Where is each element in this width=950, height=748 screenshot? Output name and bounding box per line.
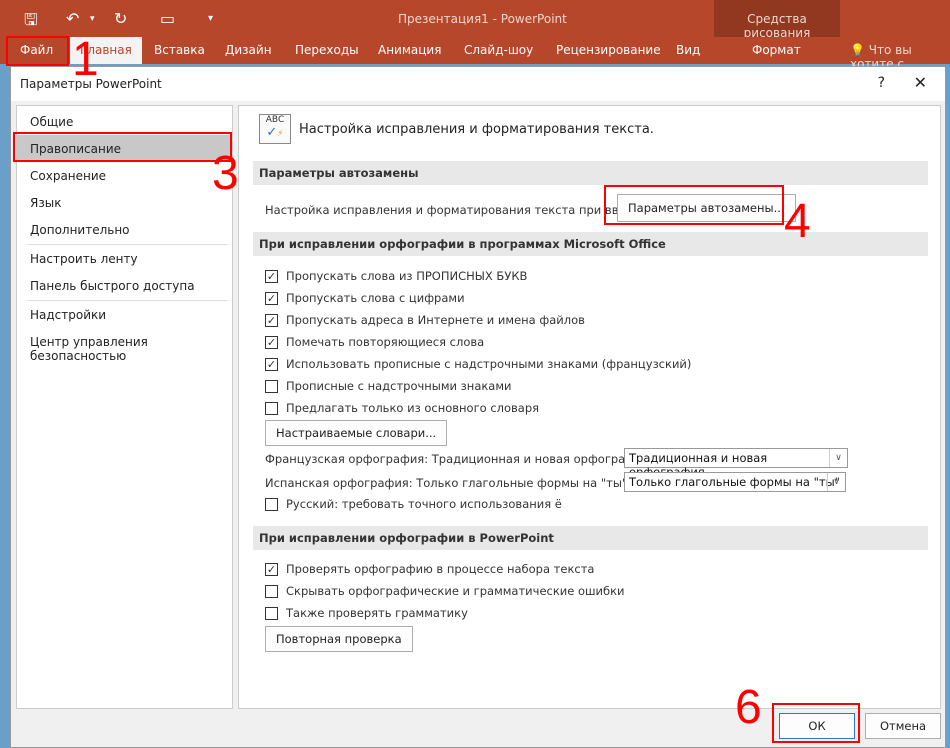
- checkbox-label: Использовать прописные с надстрочными зн…: [286, 357, 692, 371]
- redo-icon[interactable]: ↻: [114, 9, 127, 28]
- undo-icon[interactable]: ↶: [66, 9, 79, 28]
- checkbox[interactable]: [265, 497, 278, 511]
- checkbox-label: Пропускать адреса в Интернете и имена фа…: [286, 313, 585, 327]
- chevron-down-icon: ∨: [829, 449, 847, 467]
- tab-design[interactable]: Дизайн: [225, 43, 272, 57]
- sidebar-item-save[interactable]: Сохранение: [17, 162, 232, 189]
- checkbox-label: Пропускать слова из ПРОПИСНЫХ БУКВ: [286, 269, 528, 283]
- annotation-box-file: [6, 36, 69, 66]
- checkbox-label: Предлагать только из основного словаря: [286, 401, 540, 415]
- chevron-down-icon: ∨: [827, 473, 845, 491]
- context-group-label: Средства рисования: [743, 12, 811, 40]
- annotation-number: 6: [735, 681, 762, 734]
- checkbox-option[interactable]: ✓ Проверять орфографию в процессе набора …: [265, 562, 594, 576]
- checkbox-option[interactable]: Прописные с надстрочными знаками: [265, 379, 512, 393]
- annotation-box-proofing: [13, 132, 232, 162]
- annotation-number: 4: [784, 195, 811, 248]
- checkbox[interactable]: ✓: [265, 562, 278, 576]
- sidebar-item-general[interactable]: Общие: [17, 108, 232, 135]
- annotation-box-ok: [772, 703, 860, 743]
- checkbox-option[interactable]: ✓ Пропускать адреса в Интернете и имена ф…: [265, 313, 585, 327]
- cancel-button[interactable]: Отмена: [865, 713, 941, 739]
- sidebar-item-advanced[interactable]: Дополнительно: [17, 216, 232, 243]
- dialog-title-bar: Параметры PowerPoint ? ✕: [11, 67, 945, 101]
- tab-review[interactable]: Рецензирование: [556, 43, 661, 57]
- spanish-label: Испанская орфография: Только глагольные …: [265, 476, 628, 490]
- checkbox[interactable]: [265, 401, 278, 415]
- checkbox[interactable]: ✓: [265, 335, 278, 349]
- checkbox-option[interactable]: ✓ Пропускать слова из ПРОПИСНЫХ БУКВ: [265, 269, 527, 283]
- annotation-box-autocorrect: [604, 185, 784, 225]
- slideshow-icon[interactable]: ▭: [160, 9, 175, 28]
- close-button[interactable]: ✕: [914, 73, 927, 92]
- checkbox-option[interactable]: Скрывать орфографические и грамматически…: [265, 584, 625, 598]
- recheck-button[interactable]: Повторная проверка: [265, 626, 413, 652]
- checkbox-label: Скрывать орфографические и грамматически…: [286, 584, 625, 598]
- checkbox[interactable]: ✓: [265, 313, 278, 327]
- undo-dropdown-icon[interactable]: ▾: [90, 14, 95, 24]
- checkbox-russian-yo[interactable]: Русский: требовать точного использования…: [265, 497, 562, 511]
- tab-format[interactable]: Формат: [752, 43, 801, 57]
- autocorrect-label: Настройка исправления и форматирования т…: [265, 203, 645, 217]
- checkbox[interactable]: ✓: [265, 291, 278, 305]
- sidebar-item-quick-access[interactable]: Панель быстрого доступа: [17, 272, 232, 299]
- options-sidebar: Общие Правописание Сохранение Язык Допол…: [16, 105, 233, 709]
- checkbox[interactable]: [265, 584, 278, 598]
- customize-toolbar-icon[interactable]: ▾: [208, 13, 213, 24]
- proofing-panel: ABC ✓⚡ Настройка исправления и форматиров…: [238, 105, 941, 709]
- checkbox-label: Проверять орфографию в процессе набора т…: [286, 562, 595, 576]
- checkbox-option[interactable]: Предлагать только из основного словаря: [265, 401, 539, 415]
- checkbox-label: Русский: требовать точного использования…: [286, 497, 562, 511]
- window-title: Презентация1 - PowerPoint: [398, 12, 567, 26]
- checkbox[interactable]: [265, 606, 278, 620]
- checkbox-option[interactable]: ✓ Помечать повторяющиеся слова: [265, 335, 484, 349]
- abc-check-icon: ABC ✓⚡: [259, 114, 291, 144]
- section-office: При исправлении орфографии в программах …: [253, 232, 928, 256]
- sidebar-item-customize-ribbon[interactable]: Настроить ленту: [17, 245, 232, 272]
- sidebar-item-addins[interactable]: Надстройки: [17, 301, 232, 328]
- tab-view[interactable]: Вид: [676, 43, 700, 57]
- checkbox-label: Прописные с надстрочными знаками: [286, 379, 512, 393]
- checkbox-label: Также проверять грамматику: [286, 606, 468, 620]
- tab-animations[interactable]: Анимация: [378, 43, 441, 57]
- spanish-mode-select[interactable]: Только глагольные формы на "ты" ∨: [624, 472, 846, 492]
- checkbox-option[interactable]: ✓ Использовать прописные с надстрочными з…: [265, 357, 691, 371]
- checkbox[interactable]: ✓: [265, 357, 278, 371]
- tab-insert[interactable]: Вставка: [154, 43, 205, 57]
- checkbox-option[interactable]: ✓ Пропускать слова с цифрами: [265, 291, 465, 305]
- checkbox-label: Пропускать слова с цифрами: [286, 291, 465, 305]
- options-dialog: Параметры PowerPoint ? ✕ Общие Правописа…: [10, 66, 946, 748]
- sidebar-item-trust-center[interactable]: Центр управления безопасностью: [17, 328, 232, 363]
- help-button[interactable]: ?: [878, 75, 885, 91]
- lightbulb-icon: 💡: [850, 43, 865, 57]
- french-label: Французская орфография: Традиционная и н…: [265, 452, 650, 466]
- tab-slideshow[interactable]: Слайд-шоу: [464, 43, 533, 57]
- annotation-number: 1: [72, 33, 99, 86]
- tab-transitions[interactable]: Переходы: [295, 43, 359, 57]
- french-mode-select[interactable]: Традиционная и новая орфография∨: [624, 448, 848, 479]
- section-autocorrect: Параметры автозамены: [253, 161, 928, 185]
- ribbon-tabs: Файл Главная Вставка Дизайн Переходы Ани…: [0, 37, 950, 71]
- checkbox-option[interactable]: Также проверять грамматику: [265, 606, 468, 620]
- annotation-number: 3: [212, 147, 239, 200]
- custom-dictionaries-button[interactable]: Настраиваемые словари...: [265, 420, 448, 446]
- checkbox[interactable]: ✓: [265, 269, 278, 283]
- section-powerpoint: При исправлении орфографии в PowerPoint: [253, 526, 928, 550]
- panel-header: Настройка исправления и форматирования т…: [299, 122, 654, 137]
- checkbox[interactable]: [265, 379, 278, 393]
- save-icon[interactable]: 🖫: [24, 9, 38, 36]
- spanish-value: Только глагольные формы на "ты": [629, 475, 840, 489]
- sidebar-item-language[interactable]: Язык: [17, 189, 232, 216]
- checkbox-label: Помечать повторяющиеся слова: [286, 335, 485, 349]
